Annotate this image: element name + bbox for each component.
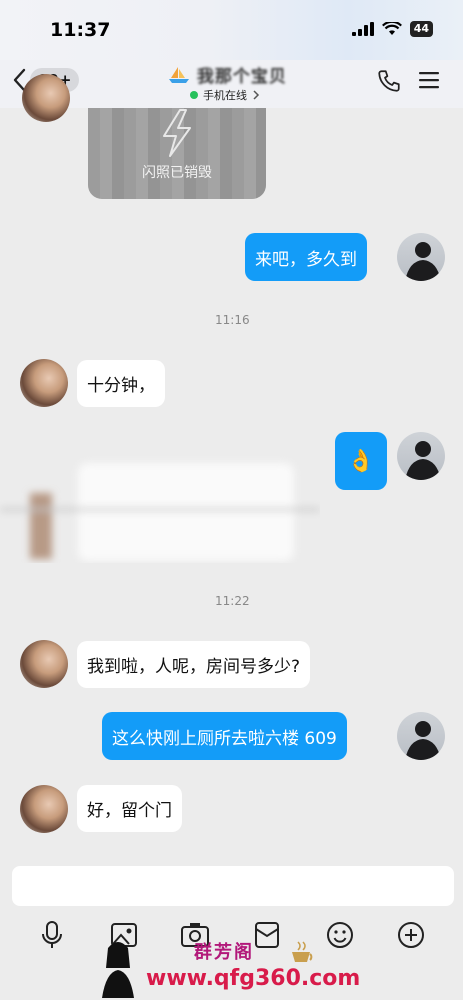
lightning-icon (163, 109, 191, 157)
chat-messages[interactable]: 闪照已销毁 来吧，多久到 11:16 十分钟， 👌 11:22 我到啦，人呢，房… (0, 74, 463, 854)
message-input[interactable] (12, 866, 454, 906)
contact-avatar[interactable] (20, 785, 68, 833)
status-bar: 11:37 44 (0, 0, 463, 60)
my-avatar[interactable] (397, 712, 445, 760)
incoming-message[interactable]: 我到啦，人呢，房间号多少? (77, 641, 311, 688)
flash-destroyed-text: 闪照已销毁 (142, 165, 212, 181)
timestamp: 11:16 (215, 313, 250, 327)
cellular-signal-icon (351, 22, 374, 36)
plus-icon[interactable] (396, 920, 426, 950)
call-button[interactable] (376, 68, 402, 98)
menu-icon (419, 72, 439, 89)
contact-avatar[interactable] (20, 640, 68, 688)
incoming-message[interactable]: 好，留个门 (77, 785, 182, 832)
watermark-name: 群芳阁 (194, 942, 254, 963)
watermark-url: www.qfg360.com (146, 966, 361, 991)
timestamp: 11:22 (215, 594, 250, 608)
person-silhouette-icon (405, 242, 441, 281)
wifi-icon (381, 22, 402, 35)
battery-indicator: 44 (409, 21, 433, 37)
my-avatar[interactable] (397, 233, 445, 281)
phone-icon (378, 70, 400, 92)
menu-button[interactable] (418, 70, 440, 94)
online-dot (190, 91, 198, 99)
my-avatar[interactable] (397, 432, 445, 480)
outgoing-emoji-message[interactable]: 👌 (335, 432, 387, 490)
teacup-icon (292, 941, 313, 962)
chat-title[interactable]: 我那个宝贝 (168, 62, 287, 87)
contact-avatar[interactable] (20, 359, 68, 407)
online-status-text: 手机在线 (203, 89, 247, 102)
outgoing-message[interactable]: 这么快刚上厕所去啦六楼 609 (102, 712, 347, 760)
contact-avatar[interactable] (22, 74, 70, 122)
chat-title-text: 我那个宝贝 (196, 67, 287, 87)
flash-photo-message[interactable]: 闪照已销毁 (88, 108, 266, 199)
watermark-figure-icon (102, 942, 134, 998)
status-time: 11:37 (50, 19, 111, 41)
mic-icon[interactable] (39, 920, 65, 950)
incoming-message[interactable]: 十分钟， (77, 360, 165, 407)
person-silhouette-icon (405, 441, 441, 480)
sailboat-icon (169, 67, 189, 83)
person-silhouette-icon (405, 721, 441, 760)
chevron-right-icon (253, 90, 260, 100)
status-icons: 44 (351, 21, 433, 37)
watermark: 群芳阁 www.qfg360.com (98, 938, 368, 998)
blurred-message (0, 463, 320, 561)
outgoing-message[interactable]: 来吧，多久到 (245, 233, 367, 281)
online-status[interactable]: 手机在线 (190, 87, 260, 103)
